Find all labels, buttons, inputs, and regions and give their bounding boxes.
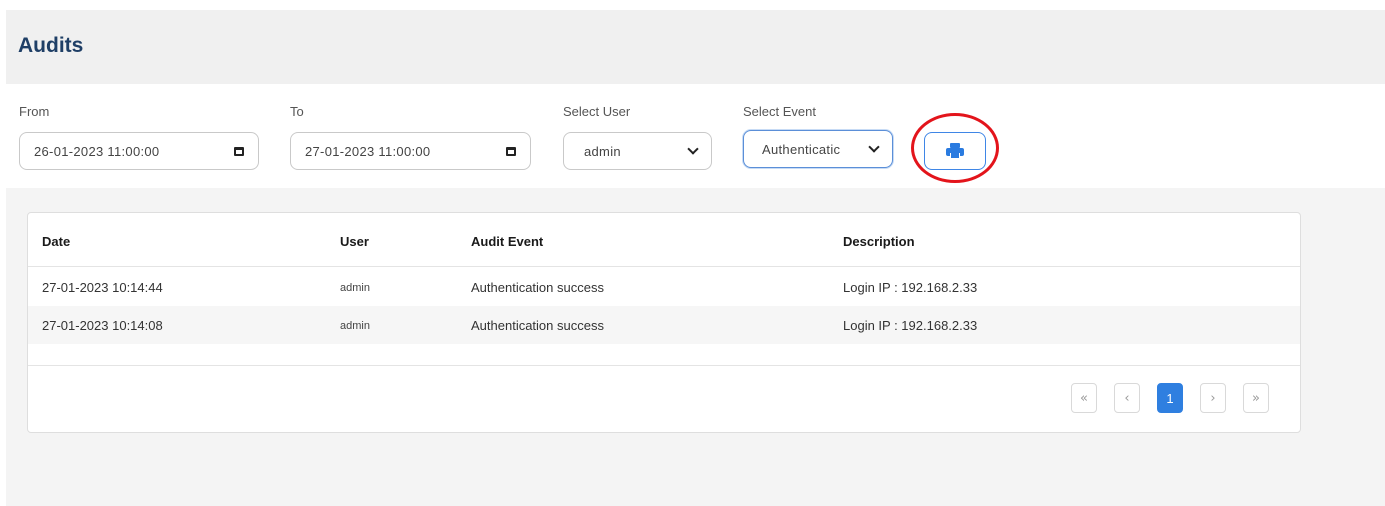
select-event-label: Select Event xyxy=(743,104,816,119)
chevron-down-icon xyxy=(687,142,699,155)
page-1-button[interactable]: 1 xyxy=(1157,383,1183,413)
select-user-dropdown[interactable]: admin xyxy=(563,132,712,170)
to-date-value: 27-01-2023 11:00:00 xyxy=(305,143,431,159)
select-event-dropdown[interactable]: Authenticatic xyxy=(743,130,893,168)
table-row[interactable]: 27-01-2023 10:14:44 admin Authentication… xyxy=(28,268,1300,306)
calendar-icon[interactable] xyxy=(234,146,244,156)
table-footer-divider xyxy=(28,365,1300,366)
cell-description: Login IP : 192.168.2.33 xyxy=(843,318,978,333)
cell-description: Login IP : 192.168.2.33 xyxy=(843,280,978,295)
highlight-circle xyxy=(911,113,999,183)
column-header-user[interactable]: User xyxy=(340,234,369,249)
page-header: Audits xyxy=(6,10,1385,84)
page-title: Audits xyxy=(18,34,84,57)
first-page-button[interactable]: « xyxy=(1071,383,1097,413)
cell-user: admin xyxy=(340,320,370,332)
calendar-icon[interactable] xyxy=(506,146,516,156)
column-header-audit-event[interactable]: Audit Event xyxy=(471,234,543,249)
chevron-down-icon xyxy=(868,140,880,153)
cell-user: admin xyxy=(340,282,370,294)
column-header-description[interactable]: Description xyxy=(843,234,915,249)
table-row[interactable]: 27-01-2023 10:14:08 admin Authentication… xyxy=(28,306,1300,344)
pagination: « ‹ 1 › » xyxy=(1069,383,1283,413)
cell-date: 27-01-2023 10:14:44 xyxy=(42,280,163,295)
select-user-value: admin xyxy=(584,143,621,159)
column-header-date[interactable]: Date xyxy=(42,234,70,249)
cell-date: 27-01-2023 10:14:08 xyxy=(42,318,163,333)
next-page-button[interactable]: › xyxy=(1200,383,1226,413)
to-label: To xyxy=(290,104,304,119)
last-page-button[interactable]: » xyxy=(1243,383,1269,413)
cell-audit-event: Authentication success xyxy=(471,280,604,295)
select-event-value: Authenticatic xyxy=(762,141,841,157)
from-date-value: 26-01-2023 11:00:00 xyxy=(34,143,160,159)
audit-table-card: Date User Audit Event Description 27-01-… xyxy=(27,212,1301,433)
table-header: Date User Audit Event Description xyxy=(28,213,1300,267)
select-user-label: Select User xyxy=(563,104,631,119)
to-date-input[interactable]: 27-01-2023 11:00:00 xyxy=(290,132,531,170)
filter-bar: From 26-01-2023 11:00:00 To 27-01-2023 1… xyxy=(0,84,1385,188)
from-label: From xyxy=(19,104,50,119)
from-date-input[interactable]: 26-01-2023 11:00:00 xyxy=(19,132,259,170)
cell-audit-event: Authentication success xyxy=(471,318,604,333)
prev-page-button[interactable]: ‹ xyxy=(1114,383,1140,413)
